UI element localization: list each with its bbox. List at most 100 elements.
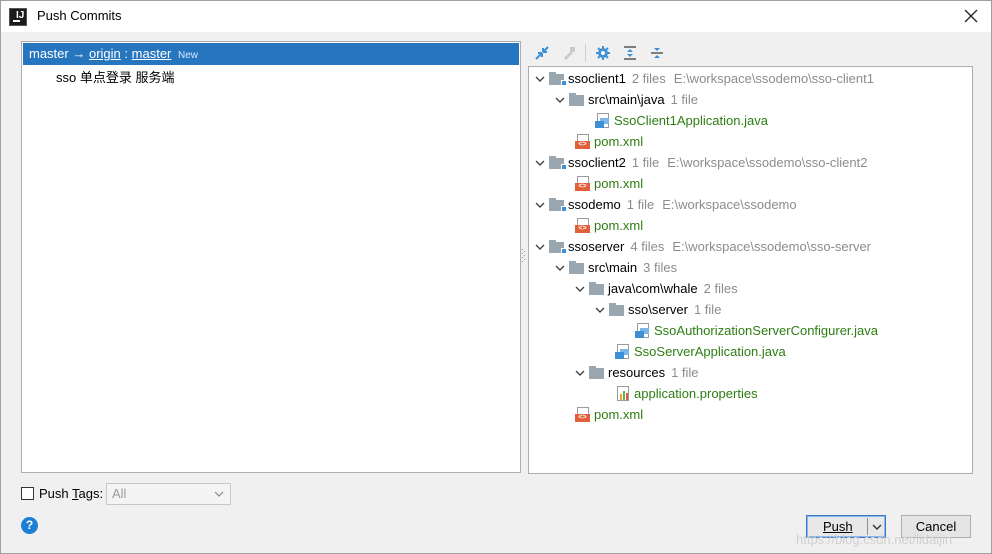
- folder-icon: [589, 282, 605, 295]
- tree-node-name: application.properties: [634, 386, 758, 401]
- tree-node-name: java\com\whale: [608, 281, 698, 296]
- chevron-down-icon[interactable]: [533, 236, 547, 257]
- folder-icon: [569, 261, 585, 274]
- tree-node-count: 4 files: [630, 239, 665, 254]
- tree-node-name: src\main\java: [588, 92, 665, 107]
- tree-row-folder[interactable]: java\com\whale 2 files: [573, 278, 738, 299]
- tree-node-count: 3 files: [643, 260, 678, 275]
- tree-node-count: 1 file: [671, 365, 699, 380]
- tree-row-xml[interactable]: <> pom.xml: [573, 215, 643, 236]
- folder-icon: [589, 366, 605, 379]
- tree-node-count: 1 file: [626, 197, 655, 212]
- push-arrow: →: [72, 46, 86, 61]
- tree-row-folder[interactable]: src\main 3 files: [553, 257, 677, 278]
- xml-file-icon: <>: [575, 133, 591, 150]
- title-bar: IJ Push Commits: [1, 1, 991, 32]
- tree-node-name: resources: [608, 365, 666, 380]
- tree-row-xml[interactable]: <> pom.xml: [573, 404, 643, 425]
- tree-node-name: pom.xml: [594, 134, 644, 149]
- chevron-down-icon[interactable]: [533, 68, 547, 89]
- push-tags-checkbox[interactable]: [21, 487, 34, 500]
- tree-node-count: 1 file: [631, 155, 660, 170]
- chevron-down-icon[interactable]: [573, 362, 587, 383]
- chevron-down-icon[interactable]: [533, 152, 547, 173]
- expand-diff-icon: [535, 46, 549, 60]
- local-branch: master: [29, 46, 69, 61]
- tree-node-name: ssoclient2: [568, 155, 626, 170]
- expand-all-icon: [624, 46, 636, 60]
- remote-separator: :: [124, 46, 129, 61]
- xml-file-icon: <>: [575, 175, 591, 192]
- help-button[interactable]: ?: [21, 517, 38, 534]
- tree-row-folder[interactable]: src\main\java 1 file: [553, 89, 698, 110]
- tree-row-properties[interactable]: application.properties: [613, 383, 758, 404]
- chevron-down-icon[interactable]: [553, 89, 567, 110]
- tree-row-module[interactable]: ssodemo 1 file E:\workspace\ssodemo: [533, 194, 797, 215]
- chevron-down-icon[interactable]: [533, 194, 547, 215]
- tree-row-folder[interactable]: resources 1 file: [573, 362, 699, 383]
- commits-list-panel: master → origin : master New sso 单点登录 服务…: [21, 41, 521, 473]
- branch-row[interactable]: master → origin : master New: [23, 43, 519, 65]
- tree-row-module[interactable]: ssoserver 4 files E:\workspace\ssodemo\sso…: [533, 236, 871, 257]
- chevron-down-icon[interactable]: [573, 278, 587, 299]
- tree-node-name: SsoAuthorizationServerConfigurer.java: [654, 323, 879, 338]
- tree-row-java[interactable]: SsoAuthorizationServerConfigurer.java: [633, 320, 878, 341]
- tree-row-xml[interactable]: <> pom.xml: [573, 173, 643, 194]
- tree-row-java[interactable]: SsoServerApplication.java: [613, 341, 786, 362]
- tree-row-module[interactable]: ssoclient1 2 files E:\workspace\ssodemo\ss…: [533, 68, 874, 89]
- java-class-icon: [635, 322, 651, 339]
- tree-row-folder[interactable]: sso\server 1 file: [593, 299, 721, 320]
- tags-select-value: All: [112, 486, 127, 501]
- tree-row-java[interactable]: SsoClient1Application.java: [593, 110, 768, 131]
- settings-icon: [596, 46, 610, 60]
- close-button[interactable]: [959, 4, 983, 28]
- tree-row-module[interactable]: ssoclient2 1 file E:\workspace\ssodemo\sso…: [533, 152, 867, 173]
- tree-node-count: 1 file: [693, 302, 722, 317]
- tree-node-path: E:\workspace\ssodemo\sso-client1: [673, 71, 874, 86]
- tree-node-path: E:\workspace\ssodemo: [662, 197, 797, 212]
- folder-icon: [609, 303, 625, 316]
- chevron-down-icon[interactable]: [593, 299, 607, 320]
- intellij-logo-icon: IJ: [9, 8, 27, 26]
- changes-toolbar: [531, 42, 673, 64]
- xml-file-icon: <>: [575, 217, 591, 234]
- panel-splitter[interactable]: [522, 249, 525, 265]
- tree-node-name: pom.xml: [594, 176, 644, 191]
- window-title: Push Commits: [37, 8, 122, 23]
- collapse-diff-icon: [564, 47, 575, 60]
- tree-node-name: ssodemo: [568, 197, 621, 212]
- remote-branch-link[interactable]: master: [132, 46, 172, 61]
- folder-icon: [569, 93, 585, 106]
- tree-node-name: ssoserver: [568, 239, 625, 254]
- push-tags-option[interactable]: Push Tags:: [21, 486, 103, 501]
- tree-node-count: 2 files: [631, 71, 666, 86]
- expand-all-button[interactable]: [619, 42, 641, 64]
- group-by-button[interactable]: [592, 42, 614, 64]
- xml-file-icon: <>: [575, 406, 591, 423]
- java-class-icon: [615, 343, 631, 360]
- tree-node-name: sso\server: [628, 302, 688, 317]
- tree-node-name: pom.xml: [594, 218, 644, 233]
- collapse-all-button[interactable]: [646, 42, 668, 64]
- watermark: https://blog.csdn.net/lidaijin: [796, 532, 953, 547]
- show-diff-button[interactable]: [531, 42, 553, 64]
- tags-select[interactable]: All: [106, 483, 231, 505]
- splitter-grip-icon: [522, 249, 525, 262]
- edit-source-button[interactable]: [558, 42, 580, 64]
- tree-node-count: 2 files: [703, 281, 738, 296]
- tree-node-name: SsoServerApplication.java: [634, 344, 786, 359]
- tree-node-name: ssoclient1: [568, 71, 626, 86]
- module-folder-icon: [549, 198, 567, 212]
- module-folder-icon: [549, 156, 567, 170]
- java-class-icon: [595, 112, 611, 129]
- new-badge: New: [178, 50, 199, 61]
- toolbar-separator: [585, 44, 586, 62]
- commit-message[interactable]: sso 单点登录 服务端: [56, 67, 174, 86]
- remote-link[interactable]: origin: [89, 46, 121, 61]
- push-tags-label: Push Tags:: [39, 486, 104, 501]
- chevron-down-icon[interactable]: [553, 257, 567, 278]
- module-folder-icon: [549, 72, 567, 86]
- tree-row-xml[interactable]: <> pom.xml: [573, 131, 643, 152]
- collapse-all-icon: [651, 48, 663, 58]
- tree-node-path: E:\workspace\ssodemo\sso-server: [672, 239, 872, 254]
